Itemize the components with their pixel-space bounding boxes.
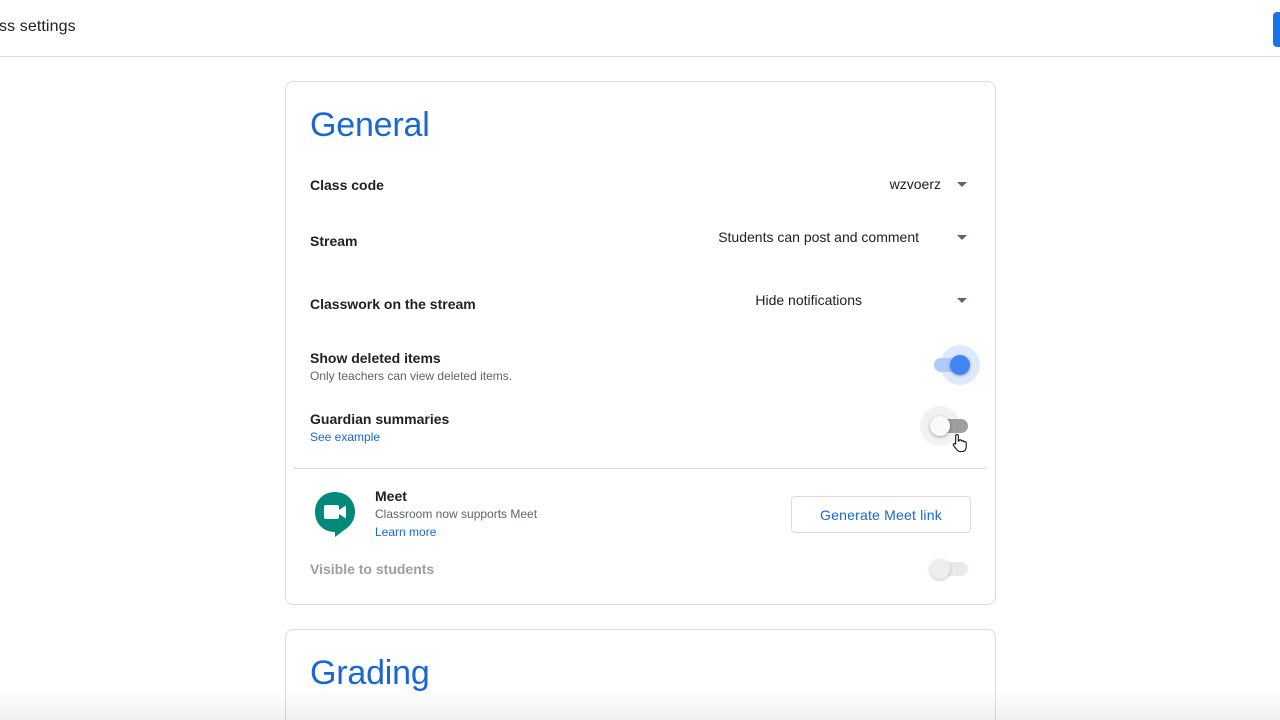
grading-card: Grading xyxy=(285,629,996,720)
grading-heading: Grading xyxy=(310,654,430,692)
chevron-down-icon xyxy=(957,181,967,187)
class-code-value: wzvoerz xyxy=(889,176,941,192)
stream-label: Stream xyxy=(310,233,358,249)
see-example-link[interactable]: See example xyxy=(310,430,380,444)
generate-meet-link-button[interactable]: Generate Meet link xyxy=(791,496,971,533)
general-card: General Class code wzvoerz Stream Studen… xyxy=(285,81,996,605)
stream-dropdown[interactable]: Students can post and comment xyxy=(718,223,971,251)
classwork-stream-label: Classwork on the stream xyxy=(310,296,476,312)
page-title: ass settings xyxy=(0,18,76,35)
visible-to-students-label: Visible to students xyxy=(310,561,435,577)
show-deleted-description: Only teachers can view deleted items. xyxy=(310,369,513,383)
save-button[interactable] xyxy=(1273,12,1280,47)
chevron-down-icon xyxy=(957,297,967,303)
show-deleted-label: Show deleted items xyxy=(310,350,441,366)
meet-title: Meet xyxy=(375,488,407,504)
stream-value: Students can post and comment xyxy=(718,229,919,245)
meet-description: Classroom now supports Meet xyxy=(375,507,538,521)
google-meet-icon xyxy=(315,492,355,537)
visible-to-students-toggle[interactable] xyxy=(926,551,970,587)
general-heading: General xyxy=(310,106,430,144)
show-deleted-toggle[interactable] xyxy=(926,345,980,385)
top-bar: ass settings xyxy=(0,0,1280,57)
class-code-dropdown[interactable]: wzvoerz xyxy=(890,170,971,198)
classwork-stream-dropdown[interactable]: Hide notifications xyxy=(755,286,971,314)
divider xyxy=(294,468,987,469)
chevron-down-icon xyxy=(957,234,967,240)
learn-more-link[interactable]: Learn more xyxy=(375,525,436,539)
guardian-summaries-label: Guardian summaries xyxy=(310,411,450,427)
hand-cursor-icon xyxy=(952,433,967,453)
class-code-label: Class code xyxy=(310,177,384,193)
classwork-stream-value: Hide notifications xyxy=(755,292,862,308)
